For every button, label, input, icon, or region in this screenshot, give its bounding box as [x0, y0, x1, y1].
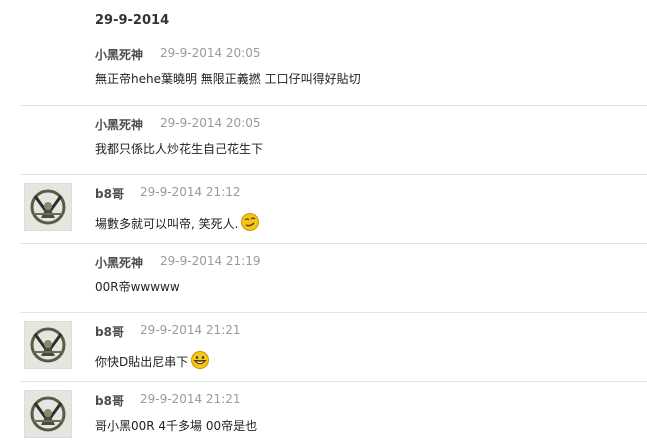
- post-username[interactable]: b8哥: [95, 392, 124, 409]
- post-separator: [20, 312, 647, 313]
- post-text: 無正帝hehe葉曉明 無限正義撚 工口仔叫得好貼切: [95, 72, 361, 86]
- post-username[interactable]: 小黑死神: [95, 46, 143, 63]
- avatar[interactable]: [24, 321, 72, 369]
- post-text-wrap: 場數多就可以叫帝, 笑死人.: [95, 212, 260, 232]
- post-separator: [20, 105, 647, 106]
- post-text-wrap: 你快D貼出尼串下: [95, 350, 210, 370]
- post-text: 00R帝wwwww: [95, 280, 180, 294]
- avatar-icon: [25, 184, 71, 230]
- post-timestamp: 29-9-2014 21:21: [140, 323, 241, 337]
- post-separator: [20, 381, 647, 382]
- avatar-icon: [25, 322, 71, 368]
- post-separator: [20, 174, 647, 175]
- grin-emoji-icon: [191, 351, 210, 369]
- avatar[interactable]: [24, 390, 72, 438]
- avatar[interactable]: [24, 183, 72, 231]
- date-header: 29-9-2014: [95, 13, 170, 28]
- post-text: 場數多就可以叫帝, 笑死人.: [95, 217, 239, 231]
- post-username[interactable]: b8哥: [95, 323, 124, 340]
- avatar-icon: [25, 391, 71, 437]
- post-username[interactable]: 小黑死神: [95, 116, 143, 133]
- post-timestamp: 29-9-2014 21:21: [140, 392, 241, 406]
- post-timestamp: 29-9-2014 20:05: [160, 116, 261, 130]
- post-username[interactable]: 小黑死神: [95, 254, 143, 271]
- smirk-emoji-icon: [241, 213, 260, 231]
- post-username[interactable]: b8哥: [95, 185, 124, 202]
- post-timestamp: 29-9-2014 21:12: [140, 185, 241, 199]
- post-text: 你快D貼出尼串下: [95, 355, 189, 369]
- post-timestamp: 29-9-2014 20:05: [160, 46, 261, 60]
- post-separator: [20, 243, 647, 244]
- post-timestamp: 29-9-2014 21:19: [160, 254, 261, 268]
- post-text: 哥小黑00R 4千多場 00帝是也: [95, 419, 258, 433]
- post-text: 我都只係比人炒花生自己花生下: [95, 142, 264, 156]
